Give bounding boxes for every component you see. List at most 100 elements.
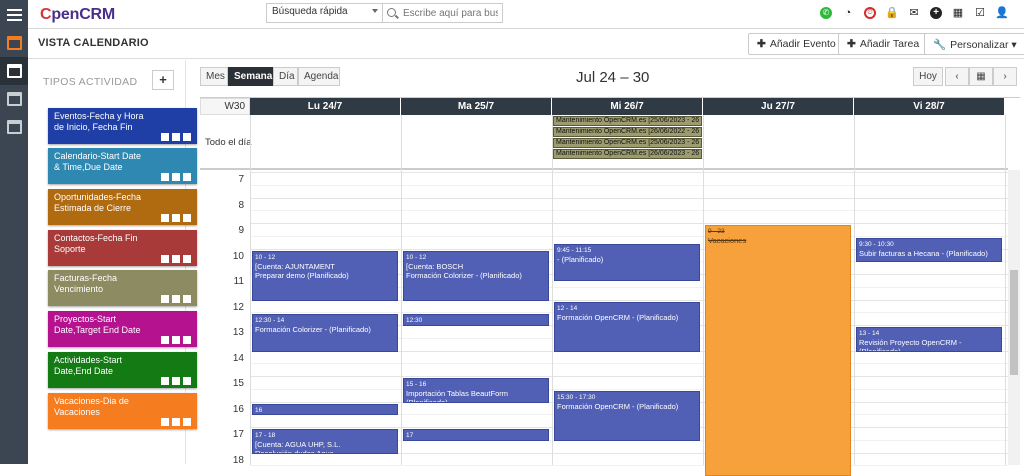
calendar-event[interactable]: 12:30 - 14 Formación Colorizer - (Planifi… xyxy=(252,314,398,352)
view-día[interactable]: Día xyxy=(273,67,298,86)
calendar-event[interactable]: 9:45 - 11:15- (Planificado) xyxy=(554,244,700,282)
search-icon[interactable] xyxy=(387,8,396,17)
calendar-user-icon xyxy=(6,64,22,78)
nav-calendar-active[interactable] xyxy=(0,57,28,85)
hour-label: 16 xyxy=(232,403,244,415)
date-picker-button[interactable]: ▦ xyxy=(969,67,993,86)
add-type-button[interactable]: + xyxy=(152,70,174,90)
all-day-event[interactable]: Mantenimiento OpenCRM.es [26/06/2022 - 2… xyxy=(553,127,702,137)
check-square-icon[interactable]: ☑ xyxy=(974,7,986,19)
view-agenda[interactable]: Agenda xyxy=(298,67,340,86)
check-icon[interactable] xyxy=(161,133,169,141)
activity-type-label: Facturas-Fecha Vencimiento xyxy=(54,273,118,294)
event-extra: Preparar demo (Planificado) xyxy=(255,270,349,280)
calendar-icon[interactable]: ▦ xyxy=(952,7,964,19)
event-time: 10 - 12 xyxy=(255,253,276,261)
clock-icon[interactable]: ⏲ xyxy=(864,7,876,19)
menu-icon[interactable] xyxy=(0,0,28,29)
all-day-event[interactable]: Mantenimiento OpenCRM.es [25/06/2023 - 2… xyxy=(553,138,702,148)
edit-icon[interactable] xyxy=(172,214,180,222)
dashboard-icon[interactable]: ◔ xyxy=(842,7,854,19)
event-title: [Cuenta: AGUA UHP, S.L. xyxy=(255,440,341,449)
calendar-event[interactable]: 9 - 23 Vacaciones xyxy=(705,225,851,476)
add-event-button[interactable]: ✚ Añadir Evento xyxy=(748,33,845,55)
trash-icon[interactable] xyxy=(183,377,191,385)
check-icon[interactable] xyxy=(161,336,169,344)
edit-icon[interactable] xyxy=(172,173,180,181)
calendar-list-icon xyxy=(6,120,22,134)
week-grid: W30 Lu 24/7 Ma 25/7 Mi 26/7 Ju 27/7 Vi 28/7 … xyxy=(200,97,1020,476)
view-semana[interactable]: Semana xyxy=(228,67,273,86)
calendar-event[interactable]: 10 - 12 [Cuenta: BOSCH Formación Colorizer… xyxy=(403,250,549,301)
next-button[interactable]: › xyxy=(993,67,1017,86)
prev-button[interactable]: ‹ xyxy=(945,67,969,86)
hour-label: 10 xyxy=(232,250,244,262)
trash-icon[interactable] xyxy=(183,214,191,222)
nav-calendar-check[interactable] xyxy=(0,85,28,113)
add-task-button[interactable]: ✚ Añadir Tarea xyxy=(838,33,929,55)
check-icon[interactable] xyxy=(161,214,169,222)
calendar-check-icon xyxy=(6,92,22,106)
today-button[interactable]: Hoy xyxy=(913,67,943,86)
all-day-event[interactable]: Mantenimiento OpenCRM.es [26/06/2023 - 2… xyxy=(553,149,702,159)
check-icon[interactable] xyxy=(161,173,169,181)
edit-icon[interactable] xyxy=(172,255,180,263)
activity-type-5[interactable]: Proyectos-Start Date,Target End Date xyxy=(48,311,197,347)
event-title: - Puesta en marcha OpenCRM - (Planificad… xyxy=(406,325,546,326)
edit-icon[interactable] xyxy=(172,295,180,303)
activity-type-actions xyxy=(161,377,191,385)
all-day-event[interactable]: Mantenimiento OpenCRM.es [25/06/2023 - 2… xyxy=(553,116,702,126)
calendar-event[interactable]: 9:30 - 10:30 Subir facturas a Hecana - (P… xyxy=(856,237,1002,263)
search-scope-select[interactable]: Búsqueda rápida xyxy=(266,3,383,23)
check-icon[interactable] xyxy=(161,255,169,263)
calendar-event[interactable]: 10 - 12 [Cuenta: AJUNTAMENT Preparar demo … xyxy=(252,250,398,301)
user-icon[interactable]: 👤 xyxy=(995,7,1009,19)
column-divider xyxy=(854,115,855,465)
trash-icon[interactable] xyxy=(183,133,191,141)
calendar-event[interactable]: 13 - 14 Revisión Proyecto OpenCRM - (Plan… xyxy=(856,327,1002,352)
view-mes[interactable]: Mes xyxy=(200,67,228,86)
calendar-event[interactable]: 17 - 18 [Cuenta: AGUA UHP, S.L. Resolución… xyxy=(252,429,398,454)
trash-icon[interactable] xyxy=(183,418,191,426)
nav-calendar-list[interactable] xyxy=(0,113,28,141)
edit-icon[interactable] xyxy=(172,133,180,141)
scrollbar[interactable] xyxy=(1008,170,1020,465)
lock-icon[interactable]: 🔒 xyxy=(885,7,899,19)
check-icon[interactable] xyxy=(161,295,169,303)
activity-type-0[interactable]: Eventos-Fecha y Hora de Inicio, Fecha Fi… xyxy=(48,108,197,144)
activity-type-1[interactable]: Calendario-Start Date & Time,Due Date xyxy=(48,148,197,184)
half-hour-line xyxy=(250,210,1008,212)
check-icon[interactable] xyxy=(161,377,169,385)
mail-icon[interactable]: ✉ xyxy=(908,7,920,19)
plus-circle-icon[interactable]: + xyxy=(930,7,942,19)
activity-type-label: Eventos-Fecha y Hora de Inicio, Fecha Fi… xyxy=(54,111,144,132)
activity-type-3[interactable]: Contactos-Fecha Fin Soporte xyxy=(48,230,197,266)
calendar-event[interactable]: 12:30- Puesta en marcha OpenCRM - (Plani… xyxy=(403,314,549,326)
calendar-event[interactable]: 16- Conseguir contrato Endesa - (Planifi… xyxy=(252,403,398,416)
calendar-event[interactable]: 15 - 16 Importación Tablas BeautForm (Pla… xyxy=(403,378,549,403)
whatsapp-icon[interactable]: ✆ xyxy=(820,7,832,19)
top-bar: CpenCRM Búsqueda rápida ✆ ◔ ⏲ 🔒 ✉ + ▦ ☑ … xyxy=(0,0,1024,29)
trash-icon[interactable] xyxy=(183,173,191,181)
calendar-event[interactable]: 17- Resolución Incidencias - (Planificad… xyxy=(403,429,549,441)
left-nav xyxy=(0,29,28,464)
search-input[interactable] xyxy=(403,6,498,20)
nav-calendar-orange[interactable] xyxy=(0,29,28,57)
edit-icon[interactable] xyxy=(172,336,180,344)
edit-icon[interactable] xyxy=(172,377,180,385)
calendar-event[interactable]: 15:30 - 17:30 Formación OpenCRM - (Planif… xyxy=(554,390,700,441)
app-logo[interactable]: CpenCRM xyxy=(40,6,115,24)
trash-icon[interactable] xyxy=(183,295,191,303)
calendar-event[interactable]: 12 - 14 Formación OpenCRM - (Planificado) xyxy=(554,301,700,352)
activity-type-2[interactable]: Oportunidades-Fecha Estimada de Cierre xyxy=(48,189,197,225)
hour-label: 7 xyxy=(238,174,244,185)
scrollbar-thumb[interactable] xyxy=(1010,270,1018,375)
trash-icon[interactable] xyxy=(183,255,191,263)
edit-icon[interactable] xyxy=(172,418,180,426)
activity-type-6[interactable]: Actividades-Start Date,End Date xyxy=(48,352,197,388)
activity-type-4[interactable]: Facturas-Fecha Vencimiento xyxy=(48,270,197,306)
activity-type-7[interactable]: Vacaciones-Dia de Vacaciones xyxy=(48,393,197,429)
trash-icon[interactable] xyxy=(183,336,191,344)
check-icon[interactable] xyxy=(161,418,169,426)
customize-button[interactable]: 🔧 Personalizar ▾ xyxy=(924,33,1024,55)
